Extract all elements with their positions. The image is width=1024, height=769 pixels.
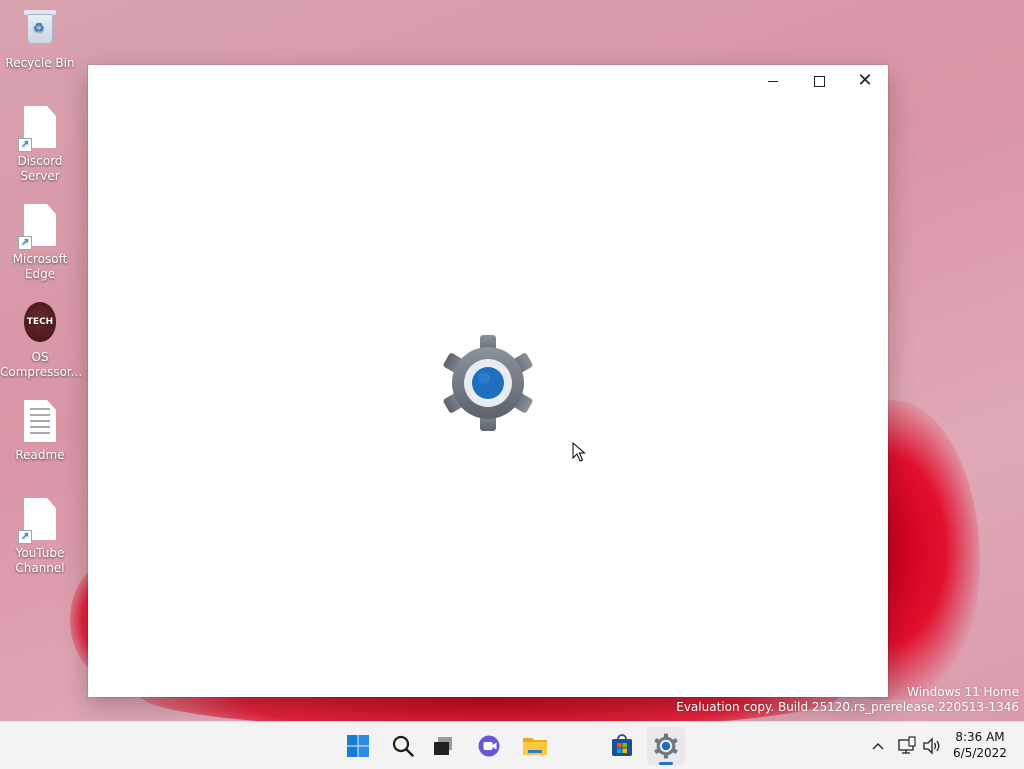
start-icon	[347, 735, 369, 757]
recycle-bin-icon: ♻	[22, 8, 58, 52]
file-shortcut-icon: ↗	[18, 204, 58, 250]
store-button[interactable]	[603, 727, 641, 765]
file-shortcut-icon: ↗	[18, 106, 58, 152]
file-explorer-button[interactable]	[516, 727, 554, 765]
file-explorer-icon	[523, 738, 547, 755]
file-shortcut-icon: ↗	[18, 498, 58, 544]
desktop-icon-label: Microsoft Edge	[12, 252, 68, 281]
clock-date: 6/5/2022	[953, 746, 1007, 760]
desktop-icon-discord-server[interactable]: ↗ Discord Server	[0, 106, 80, 184]
watermark-edition: Windows 11 Home	[907, 685, 1019, 699]
tech-logo-icon: TECH	[22, 302, 58, 346]
task-view-button[interactable]	[425, 727, 463, 765]
desktop-icon-label: Readme	[15, 448, 65, 462]
taskbar: 8:36 AM 6/5/2022	[0, 721, 1024, 769]
clock[interactable]: 8:36 AM 6/5/2022	[944, 729, 1016, 761]
chat-icon	[478, 735, 500, 757]
task-view-icon	[434, 737, 452, 755]
desktop-icon-label: YouTube Channel	[15, 546, 65, 575]
search-button[interactable]	[384, 727, 422, 765]
desktop-icon-os-compressor[interactable]: TECH OS Compressor...	[0, 302, 83, 380]
volume-button[interactable]	[921, 722, 943, 769]
text-file-icon	[22, 400, 58, 444]
store-icon	[612, 734, 632, 756]
network-button[interactable]	[896, 722, 918, 769]
search-icon	[392, 735, 414, 757]
active-app-indicator	[659, 762, 673, 765]
settings-taskbar-button[interactable]	[647, 727, 685, 765]
minimize-button[interactable]	[750, 65, 796, 97]
settings-window: ✕	[88, 65, 888, 697]
desktop-icon-recycle-bin[interactable]: ♻ Recycle Bin	[0, 8, 80, 71]
watermark-build: Evaluation copy. Build 25120.rs_prerelea…	[676, 700, 1019, 714]
minimize-icon	[768, 80, 778, 82]
chat-button[interactable]	[471, 727, 509, 765]
clock-time: 8:36 AM	[955, 730, 1005, 744]
desktop-icon-label: Discord Server	[17, 154, 63, 183]
network-icon	[898, 735, 916, 754]
desktop-icon-label: OS Compressor...	[0, 350, 83, 379]
close-button[interactable]: ✕	[842, 65, 888, 97]
maximize-button[interactable]	[796, 65, 842, 97]
volume-icon	[923, 736, 940, 755]
settings-gear-icon	[438, 333, 538, 437]
close-icon: ✕	[857, 70, 873, 91]
mouse-cursor-icon	[572, 441, 586, 466]
settings-icon	[654, 733, 678, 759]
desktop-icon-microsoft-edge[interactable]: ↗ Microsoft Edge	[0, 204, 80, 282]
desktop-icon-readme[interactable]: Readme	[0, 400, 80, 463]
chevron-up-icon	[872, 742, 884, 749]
desktop-icon-youtube-channel[interactable]: ↗ YouTube Channel	[0, 498, 80, 576]
start-button[interactable]	[339, 727, 377, 765]
show-hidden-icons-button[interactable]	[868, 722, 888, 769]
maximize-icon	[813, 75, 825, 87]
desktop-icon-label: Recycle Bin	[5, 56, 75, 70]
evaluation-watermark: Windows 11 Home Evaluation copy. Build 2…	[676, 685, 1019, 715]
